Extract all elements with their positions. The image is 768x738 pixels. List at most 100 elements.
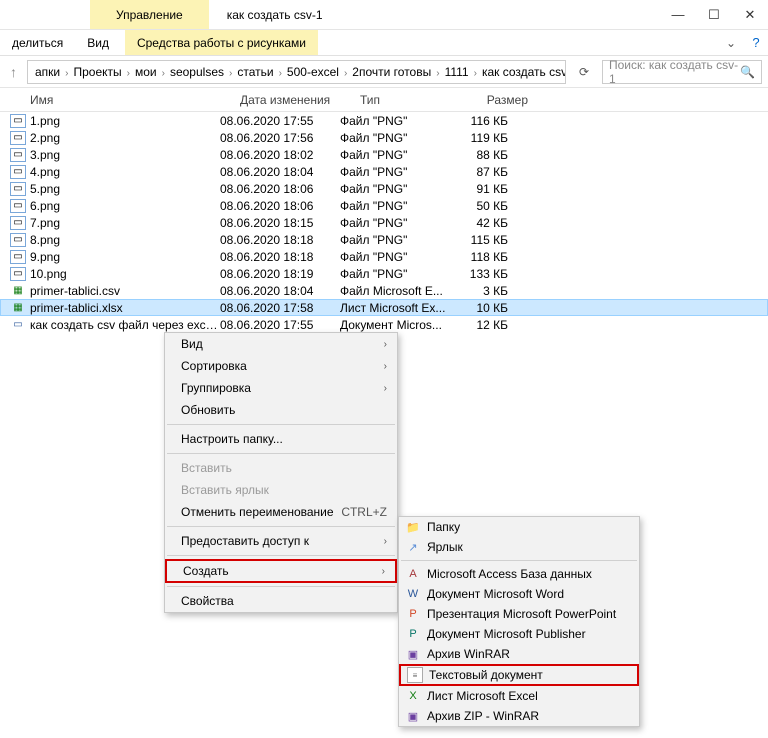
- file-size: 119 КБ: [450, 131, 520, 145]
- window-title: как создать csv-1: [209, 8, 341, 22]
- menu-separator: [401, 560, 637, 561]
- file-size: 118 КБ: [450, 250, 520, 264]
- file-name: 3.png: [30, 148, 220, 162]
- col-header-type[interactable]: Тип: [360, 93, 470, 107]
- chevron-right-icon: ›: [434, 68, 441, 79]
- chevron-right-icon: ›: [277, 68, 284, 79]
- file-date: 08.06.2020 17:55: [220, 318, 340, 332]
- sub-new-text-document[interactable]: ≡Текстовый документ: [399, 664, 639, 686]
- file-type-icon: ▭: [10, 233, 26, 247]
- search-box[interactable]: Поиск: как создать csv-1 🔍: [602, 60, 762, 84]
- refresh-button[interactable]: ⟳: [572, 60, 596, 84]
- sub-new-zip[interactable]: ▣Архив ZIP - WinRAR: [399, 706, 639, 726]
- breadcrumb-item[interactable]: seopulses: [167, 65, 227, 79]
- col-header-size[interactable]: Размер: [470, 93, 540, 107]
- file-row[interactable]: ▭9.png08.06.2020 18:18Файл "PNG"118 КБ: [0, 248, 768, 265]
- file-name: 7.png: [30, 216, 220, 230]
- menu-separator: [167, 526, 395, 527]
- ctx-undo-rename[interactable]: Отменить переименованиеCTRL+Z: [165, 501, 397, 523]
- file-type: Файл Microsoft E...: [340, 284, 450, 298]
- file-type-icon: ▭: [10, 216, 26, 230]
- ctx-view[interactable]: Вид›: [165, 333, 397, 355]
- file-date: 08.06.2020 17:55: [220, 114, 340, 128]
- ribbon-tab-picture-tools[interactable]: Средства работы с рисунками: [125, 30, 318, 55]
- ctx-sort[interactable]: Сортировка›: [165, 355, 397, 377]
- file-row[interactable]: ▭4.png08.06.2020 18:04Файл "PNG"87 КБ: [0, 163, 768, 180]
- context-menu: Вид› Сортировка› Группировка› Обновить Н…: [164, 332, 398, 613]
- file-date: 08.06.2020 17:56: [220, 131, 340, 145]
- file-type: Файл "PNG": [340, 182, 450, 196]
- ctx-paste: Вставить: [165, 457, 397, 479]
- file-row[interactable]: ▭1.png08.06.2020 17:55Файл "PNG"116 КБ: [0, 112, 768, 129]
- file-row[interactable]: ▭5.png08.06.2020 18:06Файл "PNG"91 КБ: [0, 180, 768, 197]
- powerpoint-icon: P: [405, 606, 421, 622]
- col-header-name[interactable]: Имя: [30, 93, 240, 107]
- close-button[interactable]: ✕: [732, 0, 768, 30]
- context-submenu-new: 📁Папку ↗Ярлык AMicrosoft Access База дан…: [398, 516, 640, 727]
- file-date: 08.06.2020 18:06: [220, 182, 340, 196]
- breadcrumb-item[interactable]: мои: [132, 65, 160, 79]
- file-type: Файл "PNG": [340, 267, 450, 281]
- nav-up-icon[interactable]: ↑: [10, 64, 17, 80]
- file-type-icon: ▭: [10, 131, 26, 145]
- breadcrumb-item[interactable]: апки: [32, 65, 63, 79]
- help-icon[interactable]: ?: [744, 28, 768, 58]
- sub-new-powerpoint[interactable]: PПрезентация Microsoft PowerPoint: [399, 604, 639, 624]
- col-header-date[interactable]: Дата изменения: [240, 93, 360, 107]
- sub-new-publisher[interactable]: PДокумент Microsoft Publisher: [399, 624, 639, 644]
- ctx-new[interactable]: Создать›: [165, 559, 397, 583]
- minimize-button[interactable]: —: [660, 0, 696, 30]
- ribbon-tab-share[interactable]: делиться: [0, 36, 75, 50]
- ribbon-tab-view[interactable]: Вид: [75, 36, 121, 50]
- sub-new-rar[interactable]: ▣Архив WinRAR: [399, 644, 639, 664]
- breadcrumb-item[interactable]: 500-excel: [284, 65, 342, 79]
- sub-new-word[interactable]: WДокумент Microsoft Word: [399, 584, 639, 604]
- sub-new-shortcut[interactable]: ↗Ярлык: [399, 537, 639, 557]
- sub-new-excel[interactable]: XЛист Microsoft Excel: [399, 686, 639, 706]
- breadcrumb-item[interactable]: 1111: [442, 65, 472, 79]
- sub-new-access[interactable]: AMicrosoft Access База данных: [399, 564, 639, 584]
- maximize-button[interactable]: ☐: [696, 0, 732, 30]
- ctx-properties[interactable]: Свойства: [165, 590, 397, 612]
- publisher-icon: P: [405, 626, 421, 642]
- file-type-icon: ▭: [10, 182, 26, 196]
- ctx-customize-folder[interactable]: Настроить папку...: [165, 428, 397, 450]
- ctx-group[interactable]: Группировка›: [165, 377, 397, 399]
- file-size: 91 КБ: [450, 182, 520, 196]
- shortcut-icon: ↗: [405, 539, 421, 555]
- ctx-refresh[interactable]: Обновить: [165, 399, 397, 421]
- chevron-right-icon: ›: [125, 68, 132, 79]
- file-type: Лист Microsoft Ex...: [340, 301, 450, 315]
- file-date: 08.06.2020 18:04: [220, 284, 340, 298]
- file-date: 08.06.2020 18:19: [220, 267, 340, 281]
- breadcrumb-bar[interactable]: апки›Проекты›мои›seopulses›статьи›500-ex…: [27, 60, 566, 84]
- sub-new-folder[interactable]: 📁Папку: [399, 517, 639, 537]
- file-type-icon: ▦: [10, 284, 26, 298]
- ribbon-contextual-tab[interactable]: Управление: [90, 0, 209, 29]
- file-name: 4.png: [30, 165, 220, 179]
- file-row[interactable]: ▭6.png08.06.2020 18:06Файл "PNG"50 КБ: [0, 197, 768, 214]
- address-row: ↑ апки›Проекты›мои›seopulses›статьи›500-…: [0, 56, 768, 88]
- file-row[interactable]: ▭7.png08.06.2020 18:15Файл "PNG"42 КБ: [0, 214, 768, 231]
- breadcrumb-item[interactable]: 2почти готовы: [349, 65, 434, 79]
- file-type: Файл "PNG": [340, 148, 450, 162]
- breadcrumb-item[interactable]: статьи: [234, 65, 276, 79]
- file-row[interactable]: ▦primer-tablici.csv08.06.2020 18:04Файл …: [0, 282, 768, 299]
- file-row[interactable]: ▭8.png08.06.2020 18:18Файл "PNG"115 КБ: [0, 231, 768, 248]
- file-size: 116 КБ: [450, 114, 520, 128]
- chevron-right-icon: ›: [472, 68, 479, 79]
- file-date: 08.06.2020 18:15: [220, 216, 340, 230]
- breadcrumb-item[interactable]: Проекты: [70, 65, 124, 79]
- breadcrumb-item[interactable]: как создать csv-1: [479, 65, 566, 79]
- file-row[interactable]: ▦primer-tablici.xlsx08.06.2020 17:58Лист…: [0, 299, 768, 316]
- file-row[interactable]: ▭как создать csv файл через excel.docx08…: [0, 316, 768, 333]
- file-size: 133 КБ: [450, 267, 520, 281]
- file-row[interactable]: ▭2.png08.06.2020 17:56Файл "PNG"119 КБ: [0, 129, 768, 146]
- ribbon-expand-icon[interactable]: ⌄: [718, 36, 744, 50]
- file-row[interactable]: ▭3.png08.06.2020 18:02Файл "PNG"88 КБ: [0, 146, 768, 163]
- file-row[interactable]: ▭10.png08.06.2020 18:19Файл "PNG"133 КБ: [0, 265, 768, 282]
- zip-icon: ▣: [405, 708, 421, 724]
- file-size: 3 КБ: [450, 284, 520, 298]
- rar-icon: ▣: [405, 646, 421, 662]
- ctx-give-access[interactable]: Предоставить доступ к›: [165, 530, 397, 552]
